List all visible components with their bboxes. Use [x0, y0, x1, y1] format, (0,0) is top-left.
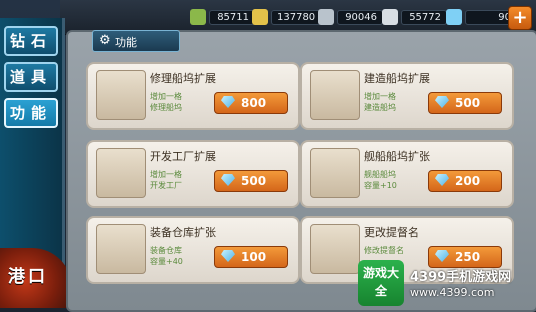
resource-oil: 85711: [190, 8, 255, 26]
buy-button[interactable]: 100: [214, 246, 288, 268]
card-title: 建造船坞扩展: [364, 72, 430, 85]
build-dock-icon: [310, 70, 360, 120]
card-desc: 装备仓库 容量+40: [150, 246, 183, 266]
nav-diamond-button[interactable]: 钻石: [4, 26, 58, 56]
price: 500: [241, 174, 267, 188]
buy-button[interactable]: 800: [214, 92, 288, 114]
resource-ammo: 137780: [252, 8, 322, 26]
ammo-icon: [252, 9, 268, 25]
card-desc: 增加一格 修理船坞: [150, 92, 182, 112]
card-ship-dock: 舰船船坞扩张 舰船船坞 容量+10 200: [300, 140, 514, 208]
diamond-icon: [221, 250, 235, 262]
rename-document-icon: [310, 224, 360, 274]
card-equipment-storage: 装备仓库扩张 装备仓库 容量+40 100: [86, 216, 300, 284]
card-title: 开发工厂扩展: [150, 150, 216, 163]
watermark-url: www.4399.com: [410, 286, 495, 299]
resource-steel: 90046: [318, 8, 383, 26]
tab-function-label: 功能: [115, 36, 137, 49]
card-dev-factory: 开发工厂扩展 增加一格 开发工厂 500: [86, 140, 300, 208]
diamond-icon: [435, 174, 449, 186]
price: 500: [455, 96, 481, 110]
buy-button[interactable]: 200: [428, 170, 502, 192]
card-title: 装备仓库扩张: [150, 226, 216, 239]
card-build-dock: 建造船坞扩展 增加一格 建造船坞 500: [300, 62, 514, 130]
diamond-icon: [221, 96, 235, 108]
repair-dock-icon: [96, 70, 146, 120]
price: 800: [241, 96, 267, 110]
port-label: 港口: [8, 267, 48, 287]
card-desc: 增加一格 建造船坞: [364, 92, 396, 112]
card-title: 更改提督名: [364, 226, 419, 239]
nav-items-button[interactable]: 道具: [4, 62, 58, 92]
nav-function-button[interactable]: 功能: [4, 98, 58, 128]
diamond-icon: [435, 96, 449, 108]
resource-aluminum: 55772: [382, 8, 447, 26]
tab-function[interactable]: ⚙ 功能: [92, 30, 180, 52]
watermark-logo: 游戏大全: [358, 260, 404, 306]
card-desc: 舰船船坞 容量+10: [364, 170, 397, 190]
buy-button[interactable]: 500: [214, 170, 288, 192]
buy-button[interactable]: 500: [428, 92, 502, 114]
aluminum-value: 55772: [401, 9, 447, 25]
card-repair-dock: 修理船坞扩展 增加一格 修理船坞 800: [86, 62, 300, 130]
gear-icon: ⚙: [99, 33, 111, 48]
diamond-icon: [446, 9, 462, 25]
add-resource-button[interactable]: +: [508, 6, 532, 30]
oil-value: 85711: [209, 9, 255, 25]
card-desc: 修改提督名: [364, 246, 404, 255]
ship-dock-icon: [310, 148, 360, 198]
watermark-title: 4399手机游戏网: [410, 270, 512, 285]
steel-value: 90046: [337, 9, 383, 25]
price: 100: [241, 250, 267, 264]
oil-barrel-icon: [190, 9, 206, 25]
card-title: 舰船船坞扩张: [364, 150, 430, 163]
card-title: 修理船坞扩展: [150, 72, 216, 85]
card-desc: 增加一格 开发工厂: [150, 170, 182, 190]
dev-factory-icon: [96, 148, 146, 198]
ammo-value: 137780: [271, 9, 322, 25]
price: 200: [455, 174, 481, 188]
aluminum-icon: [382, 9, 398, 25]
game-window: 85711 137780 90046 55772 90 + 钻石 道具 功能 港…: [0, 0, 536, 312]
steel-icon: [318, 9, 334, 25]
resource-diamond: 90: [446, 8, 517, 26]
equipment-storage-icon: [96, 224, 146, 274]
diamond-icon: [221, 174, 235, 186]
watermark: 游戏大全 4399手机游戏网 www.4399.com: [358, 260, 534, 306]
